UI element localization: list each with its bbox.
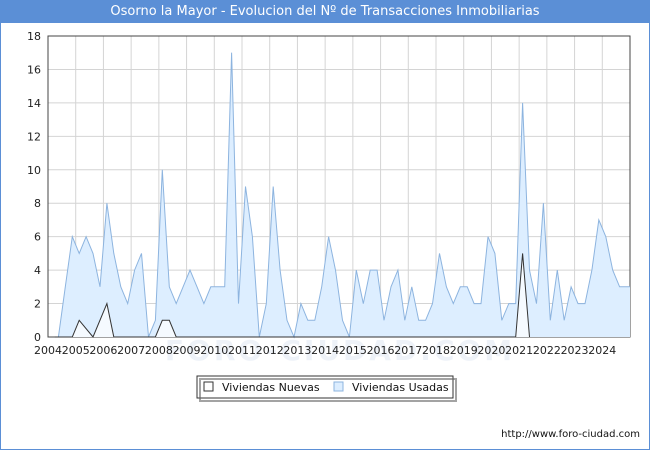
x-tick-label: 2014	[311, 344, 339, 357]
x-tick-label: 2012	[256, 344, 284, 357]
chart-canvas: FORO-CIUDAD.COM 024681012141618 2004 2005…	[27, 30, 640, 440]
legend-label-nuevas: Viviendas Nuevas	[222, 381, 320, 394]
y-tick-label: 4	[34, 264, 41, 277]
y-tick-label: 0	[34, 331, 41, 344]
y-axis: 0 2 4 6 8 10 12 14 16 18	[27, 30, 41, 344]
x-tick-label: 2024	[588, 344, 616, 357]
x-tick-label: 2004	[34, 344, 62, 357]
x-tick-label: 2018	[422, 344, 450, 357]
x-tick-label: 2011	[228, 344, 256, 357]
series-layer	[54, 52, 630, 339]
y-tick-label: 8	[34, 197, 41, 210]
x-tick-label: 2023	[561, 344, 589, 357]
x-tick-label: 2010	[200, 344, 228, 357]
x-tick-label: 2006	[89, 344, 117, 357]
x-tick-label: 2022	[533, 344, 561, 357]
x-tick-label: 2007	[117, 344, 145, 357]
series-usadas-area	[58, 52, 630, 337]
y-tick-label: 14	[27, 97, 41, 110]
x-tick-label: 2017	[394, 344, 422, 357]
x-tick-label: 2021	[505, 344, 533, 357]
y-tick-label: 12	[27, 130, 41, 143]
y-tick-label: 2	[34, 298, 41, 311]
x-tick-label: 2009	[173, 344, 201, 357]
y-tick-label: 10	[27, 164, 41, 177]
legend-swatch-usadas	[333, 381, 344, 392]
x-tick-label: 2013	[283, 344, 311, 357]
x-axis: 2004 2005 2006 2007 2008 2009 2010 2011 2012 2013…	[34, 344, 616, 357]
x-tick-label: 2008	[145, 344, 173, 357]
footer-url: http://www.foro-ciudad.com	[501, 429, 640, 440]
x-tick-label: 2020	[477, 344, 505, 357]
x-tick-label: 2019	[450, 344, 478, 357]
legend: Viviendas Nuevas Viviendas Usadas	[196, 375, 457, 402]
legend-label-usadas: Viviendas Usadas	[352, 381, 449, 394]
y-tick-label: 6	[34, 231, 41, 244]
x-tick-label: 2015	[339, 344, 367, 357]
x-tick-label: 2005	[62, 344, 90, 357]
y-tick-label: 16	[27, 63, 41, 76]
y-tick-label: 18	[27, 30, 41, 43]
legend-swatch-nuevas	[203, 381, 214, 392]
x-tick-label: 2016	[367, 344, 395, 357]
